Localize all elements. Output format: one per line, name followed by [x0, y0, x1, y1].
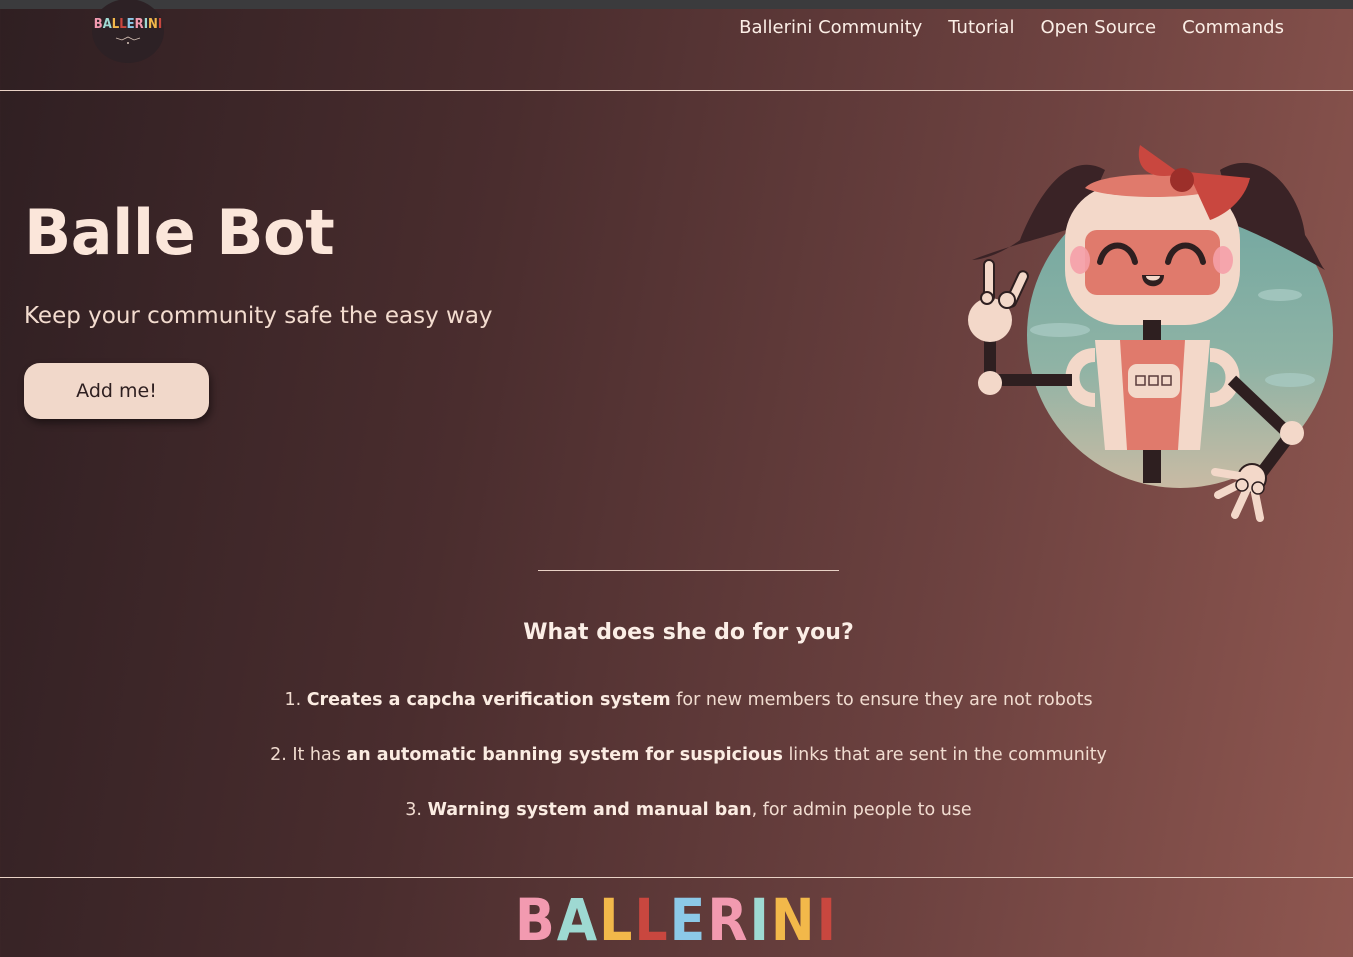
logo-letter: L: [634, 886, 670, 954]
logo-letter: E: [669, 886, 708, 954]
browser-top-strip: [0, 0, 1353, 9]
features-title: What does she do for you?: [523, 620, 854, 645]
logo-letter: B: [93, 17, 103, 32]
feature-prefix: 1.: [284, 690, 307, 710]
feature-rest-text: for new members to ensure they are not r…: [670, 690, 1093, 710]
logo-letter: N: [148, 17, 158, 32]
nav-links: Ballerini Community Tutorial Open Source…: [713, 17, 1284, 38]
nav-link-open-source[interactable]: Open Source: [1040, 17, 1156, 38]
logo-letter: I: [749, 886, 771, 954]
feature-item: 2. It has an automatic banning system fo…: [0, 745, 1353, 800]
section-divider: [538, 570, 839, 571]
footer-ballerini-logo[interactable]: BALLERINI: [0, 890, 1353, 950]
feature-prefix: 2. It has: [270, 745, 347, 765]
nav-link-commands[interactable]: Commands: [1182, 17, 1284, 38]
logo-letter: B: [515, 886, 557, 954]
logo-letter: L: [119, 17, 127, 32]
ballerini-logo[interactable]: BALLERINI: [92, 0, 164, 63]
logo-letter: R: [134, 17, 144, 32]
hero-subtitle: Keep your community safe the easy way: [24, 303, 493, 329]
add-me-button[interactable]: Add me!: [24, 363, 209, 419]
logo-letter: E: [126, 17, 135, 32]
logo-decoration-icon: [115, 36, 141, 44]
logo-letter: A: [556, 886, 600, 954]
feature-item: 1. Creates a capcha verification system …: [0, 690, 1353, 745]
robot-mascot-illustration: [968, 145, 1333, 522]
hero-title: Balle Bot: [24, 196, 335, 269]
logo-letter: L: [599, 886, 635, 954]
features-list: 1. Creates a capcha verification system …: [0, 690, 1353, 855]
logo-letter: A: [102, 17, 112, 32]
feature-rest-text: , for admin people to use: [751, 800, 972, 820]
nav-link-tutorial[interactable]: Tutorial: [948, 17, 1014, 38]
logo-text: BALLERINI: [92, 17, 164, 32]
feature-prefix: 3.: [405, 800, 428, 820]
footer: BALLERINI: [0, 877, 1353, 957]
logo-letter: I: [157, 17, 163, 32]
feature-bold-text: Warning system and manual ban: [427, 800, 752, 820]
nav-link-ballerini-community[interactable]: Ballerini Community: [739, 17, 922, 38]
logo-letter: R: [707, 886, 750, 954]
logo-letter: N: [770, 886, 817, 954]
navbar: BALLERINI Ballerini Community Tutorial O…: [0, 0, 1353, 91]
feature-item: 3. Warning system and manual ban, for ad…: [0, 800, 1353, 855]
feature-rest-text: links that are sent in the community: [782, 745, 1107, 765]
logo-letter: I: [816, 886, 838, 954]
feature-bold-text: an automatic banning system for suspicio…: [346, 745, 783, 765]
feature-bold-text: Creates a capcha verification system: [306, 690, 671, 710]
